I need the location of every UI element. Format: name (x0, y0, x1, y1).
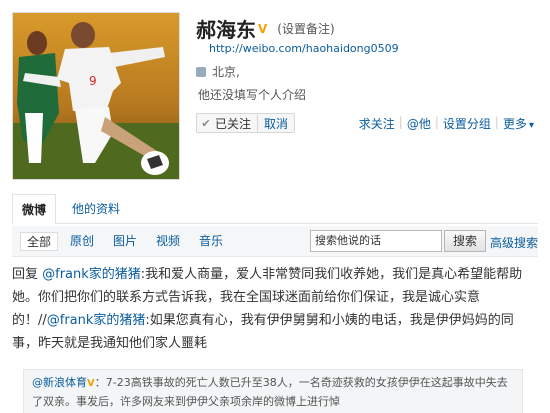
mention-link[interactable]: @frank家的猪猪 (42, 267, 141, 282)
profile-name: 郝海东 (196, 18, 256, 42)
avatar-image: 9 (13, 13, 179, 179)
post-prefix: 回复 (12, 267, 43, 282)
filter-images[interactable]: 图片 (113, 232, 137, 251)
location-icon (196, 66, 206, 77)
weibo-profile-page: 9 郝海东 V (设置备注) http://weibo.com/haohaido… (0, 0, 550, 413)
quoted-post: @新浪体育V：7-23高铁事故的死亡人数已升至38人，一名奇迹获救的女孩伊伊在这… (23, 369, 523, 413)
search-button[interactable]: 搜索 (444, 230, 486, 252)
profile-location: 北京, (196, 63, 240, 80)
search-input[interactable]: 搜索他说的话 (310, 230, 442, 252)
mention-link[interactable]: @frank家的猪猪 (47, 313, 146, 328)
profile-url-link[interactable]: http://weibo.com/haohaidong0509 (209, 42, 399, 55)
tab-weibo[interactable]: 微博 (12, 194, 56, 224)
profile-tabs: 微博 他的资料 (12, 194, 538, 224)
verified-v-icon: V (258, 21, 268, 36)
advanced-search-link[interactable]: 高级搜索 (490, 234, 538, 251)
filter-video[interactable]: 视频 (156, 232, 180, 251)
chevron-down-icon: ▾ (528, 120, 534, 131)
quoted-author-link[interactable]: @新浪体育 (32, 376, 87, 389)
profile-bio: 他还没填写个人介绍 (198, 88, 307, 102)
weibo-post: 回复 @frank家的猪猪:我和爱人商量，爱人非常赞同我们收养她，我们是真心希望… (12, 263, 532, 355)
feed-filter-bar: 全部 原创 图片 视频 音乐 搜索他说的话 搜索 高级搜索 (12, 226, 538, 257)
tab-profile-info[interactable]: 他的资料 (72, 194, 120, 224)
filter-music[interactable]: 音乐 (199, 232, 223, 251)
unfollow-button[interactable]: 取消 (258, 115, 294, 132)
more-button[interactable]: 更多 ▾ (499, 115, 538, 132)
profile-actions: 求关注 | @他 | 设置分组 | 更多 ▾ (355, 115, 538, 132)
profile-avatar[interactable]: 9 (12, 12, 180, 180)
location-text: 北京, (212, 65, 240, 79)
verified-v-icon: V (87, 378, 95, 389)
quoted-text: ：7-23高铁事故的死亡人数已升至38人，一名奇迹获救的女孩伊伊在这起事故中失去… (32, 376, 508, 408)
set-group-button[interactable]: 设置分组 (439, 115, 495, 132)
followed-label: 已关注 (215, 114, 259, 132)
profile-name-row: 郝海东 V (设置备注) (196, 14, 335, 43)
filter-all[interactable]: 全部 (20, 232, 59, 251)
recommend-button[interactable]: 求关注 (355, 115, 399, 132)
follow-status-box: ✔ 已关注 取消 (196, 113, 296, 133)
more-label: 更多 (502, 117, 527, 131)
checkmark-icon: ✔ (201, 116, 211, 130)
filter-original[interactable]: 原创 (70, 232, 94, 251)
set-remark-link[interactable]: (设置备注) (277, 20, 334, 37)
jersey-number: 9 (89, 74, 97, 88)
mention-button[interactable]: @他 (403, 115, 435, 132)
